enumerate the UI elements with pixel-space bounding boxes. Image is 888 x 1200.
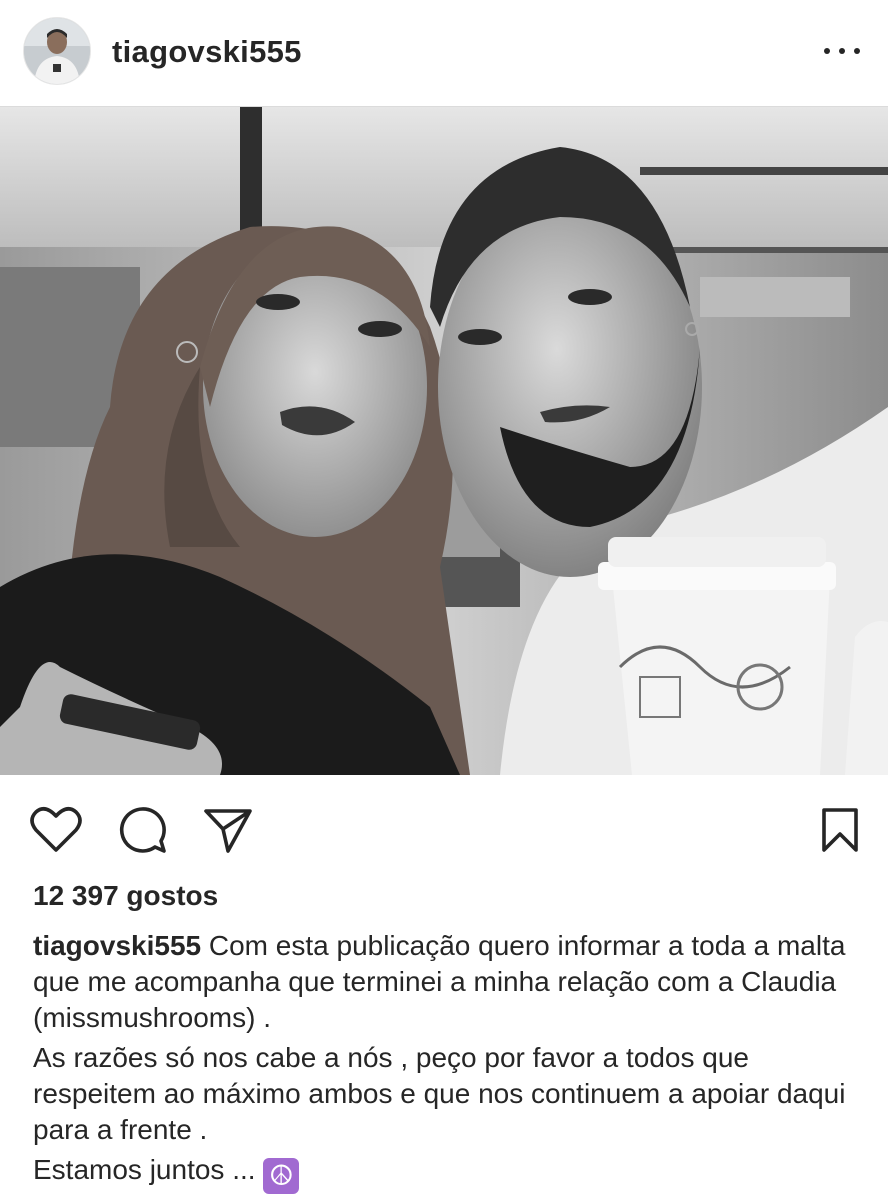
likes-count[interactable]: 12 397 gostos (33, 880, 218, 912)
caption-username[interactable]: tiagovski555 (33, 930, 201, 961)
peace-emoji-icon: ☮ (263, 1158, 300, 1194)
comment-icon[interactable] (112, 800, 172, 860)
post-caption: tiagovski555 Com esta publicação quero i… (33, 928, 863, 1194)
post-author-username[interactable]: tiagovski555 (112, 34, 302, 70)
avatar[interactable] (23, 17, 91, 85)
bookmark-icon[interactable] (810, 800, 870, 860)
post-actions-bar (0, 776, 888, 880)
caption-paragraph: As razões só nos cabe a nós , peço por f… (33, 1042, 846, 1145)
caption-paragraph: tiagovski555 Com esta publicação quero i… (33, 928, 863, 1036)
caption-paragraph: Estamos juntos ... ☮ (33, 1152, 863, 1194)
post-photo[interactable] (0, 107, 888, 775)
more-options-icon[interactable] (824, 38, 860, 64)
post-header: tiagovski555 (0, 0, 888, 107)
caption-text: Estamos juntos ... (33, 1154, 256, 1185)
heart-icon[interactable] (26, 800, 86, 860)
share-icon[interactable] (198, 800, 258, 860)
